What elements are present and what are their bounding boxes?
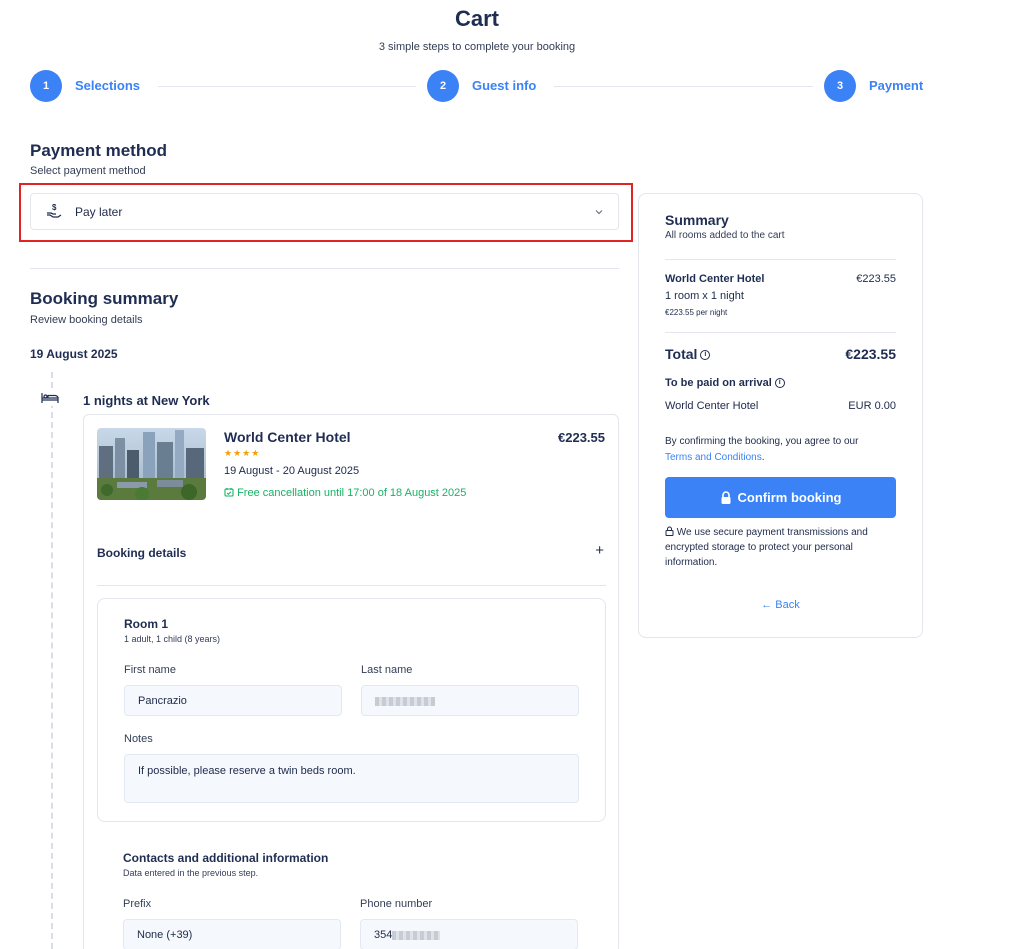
contacts-subtitle: Data entered in the previous step.: [123, 868, 259, 878]
info-icon[interactable]: i: [700, 350, 711, 361]
notes-label: Notes: [124, 733, 153, 745]
details-divider: [97, 585, 606, 586]
first-name-field[interactable]: Pancrazio: [124, 685, 342, 716]
payment-method-title: Payment method: [30, 141, 167, 160]
step-2-circle[interactable]: 2: [427, 70, 459, 102]
step-connector: [554, 86, 813, 87]
step-1-label[interactable]: Selections: [75, 78, 140, 93]
summary-title: Summary: [665, 212, 729, 228]
page-title: Cart: [454, 6, 499, 31]
confirm-booking-button[interactable]: Confirm booking: [665, 477, 896, 518]
notes-textarea[interactable]: If possible, please reserve a twin beds …: [124, 754, 579, 803]
secure-notice: We use secure payment transmissions and …: [665, 525, 900, 570]
page-subtitle: 3 simple steps to complete your booking: [378, 41, 576, 53]
section-divider: [30, 268, 619, 269]
contacts-title: Contacts and additional information: [123, 851, 329, 865]
free-cancellation: Free cancellation until 17:00 of 18 Augu…: [224, 485, 474, 502]
phone-value: 354: [374, 929, 393, 941]
svg-text:$: $: [52, 203, 57, 212]
hotel-price: €223.55: [558, 430, 605, 445]
pay-on-arrival-text: To be paid on arrival: [665, 377, 772, 389]
lock-icon: [721, 491, 730, 504]
calendar-check-icon: [224, 488, 234, 497]
secure-notice-text: We use secure payment transmissions and …: [665, 527, 868, 568]
phone-field[interactable]: 354: [360, 919, 578, 949]
step-3-label[interactable]: Payment: [869, 78, 923, 93]
hotel-name[interactable]: World Center Hotel: [224, 429, 351, 445]
total-label: Total i: [665, 346, 711, 362]
hand-dollar-icon: $: [47, 203, 62, 218]
total-label-text: Total: [665, 346, 698, 362]
pay-on-arrival-label: To be paid on arrival i: [665, 377, 785, 389]
bed-icon: [40, 390, 60, 406]
redacted-value: [375, 696, 435, 706]
prefix-field[interactable]: None (+39): [123, 919, 341, 949]
step-1-circle[interactable]: 1: [30, 70, 62, 102]
booking-summary-title: Booking summary: [30, 289, 179, 308]
summary-divider: [665, 332, 896, 333]
info-icon[interactable]: i: [774, 378, 785, 389]
prefix-label: Prefix: [123, 898, 152, 910]
payment-method-select[interactable]: $ Pay later: [30, 193, 619, 230]
hotel-photo: [97, 428, 206, 500]
summary-hotel-name: World Center Hotel: [665, 273, 765, 285]
summary-subtitle: All rooms added to the cart: [665, 230, 785, 241]
total-value: €223.55: [845, 346, 896, 362]
step-2-label[interactable]: Guest info: [472, 78, 536, 93]
lock-outline-icon: [665, 526, 674, 536]
hotel-card: World Center Hotel €223.55 ★★★★ 19 Augus…: [83, 414, 619, 949]
arrival-amount: EUR 0.00: [848, 400, 896, 412]
confirm-booking-label: Confirm booking: [737, 490, 842, 505]
room-card: Room 1 1 adult, 1 child (8 years) First …: [97, 598, 606, 822]
redacted-value: [392, 930, 441, 940]
expand-plus-icon[interactable]: +: [595, 542, 604, 559]
step-connector: [158, 86, 416, 87]
free-cancellation-text: Free cancellation until 17:00 of 18 Augu…: [237, 487, 467, 499]
terms-text-body: By confirming the booking, you agree to …: [665, 436, 859, 447]
hotel-stars: ★★★★: [224, 448, 261, 458]
step-3-circle[interactable]: 3: [824, 70, 856, 102]
room-occupancy: 1 adult, 1 child (8 years): [124, 634, 221, 644]
terms-link[interactable]: Terms and Conditions: [665, 452, 762, 463]
summary-hotel-price: €223.55: [856, 273, 896, 285]
first-name-label: First name: [124, 664, 176, 676]
stay-dates: 19 August - 20 August 2025: [224, 465, 360, 477]
booking-details-toggle[interactable]: Booking details: [97, 546, 186, 560]
nights-label: 1 nights at New York: [83, 393, 210, 408]
terms-period: .: [761, 452, 765, 463]
payment-method-value: Pay later: [75, 205, 123, 219]
chevron-down-icon: [595, 210, 603, 215]
summary-per-night: €223.55 per night: [665, 308, 728, 317]
last-name-field[interactable]: [361, 685, 579, 716]
booking-summary-subtitle: Review booking details: [30, 314, 143, 326]
phone-label: Phone number: [360, 898, 433, 910]
payment-method-subtitle: Select payment method: [30, 165, 146, 177]
arrival-hotel: World Center Hotel: [665, 400, 759, 412]
room-title: Room 1: [124, 617, 169, 631]
last-name-label: Last name: [361, 664, 413, 676]
summary-panel: Summary All rooms added to the cart Worl…: [638, 193, 923, 638]
back-link[interactable]: ← Back: [639, 599, 922, 611]
summary-room-line: 1 room x 1 night: [665, 290, 744, 302]
terms-text: By confirming the booking, you agree to …: [665, 434, 900, 466]
summary-divider: [665, 259, 896, 260]
booking-date: 19 August 2025: [30, 347, 118, 361]
timeline-line: [51, 372, 53, 949]
